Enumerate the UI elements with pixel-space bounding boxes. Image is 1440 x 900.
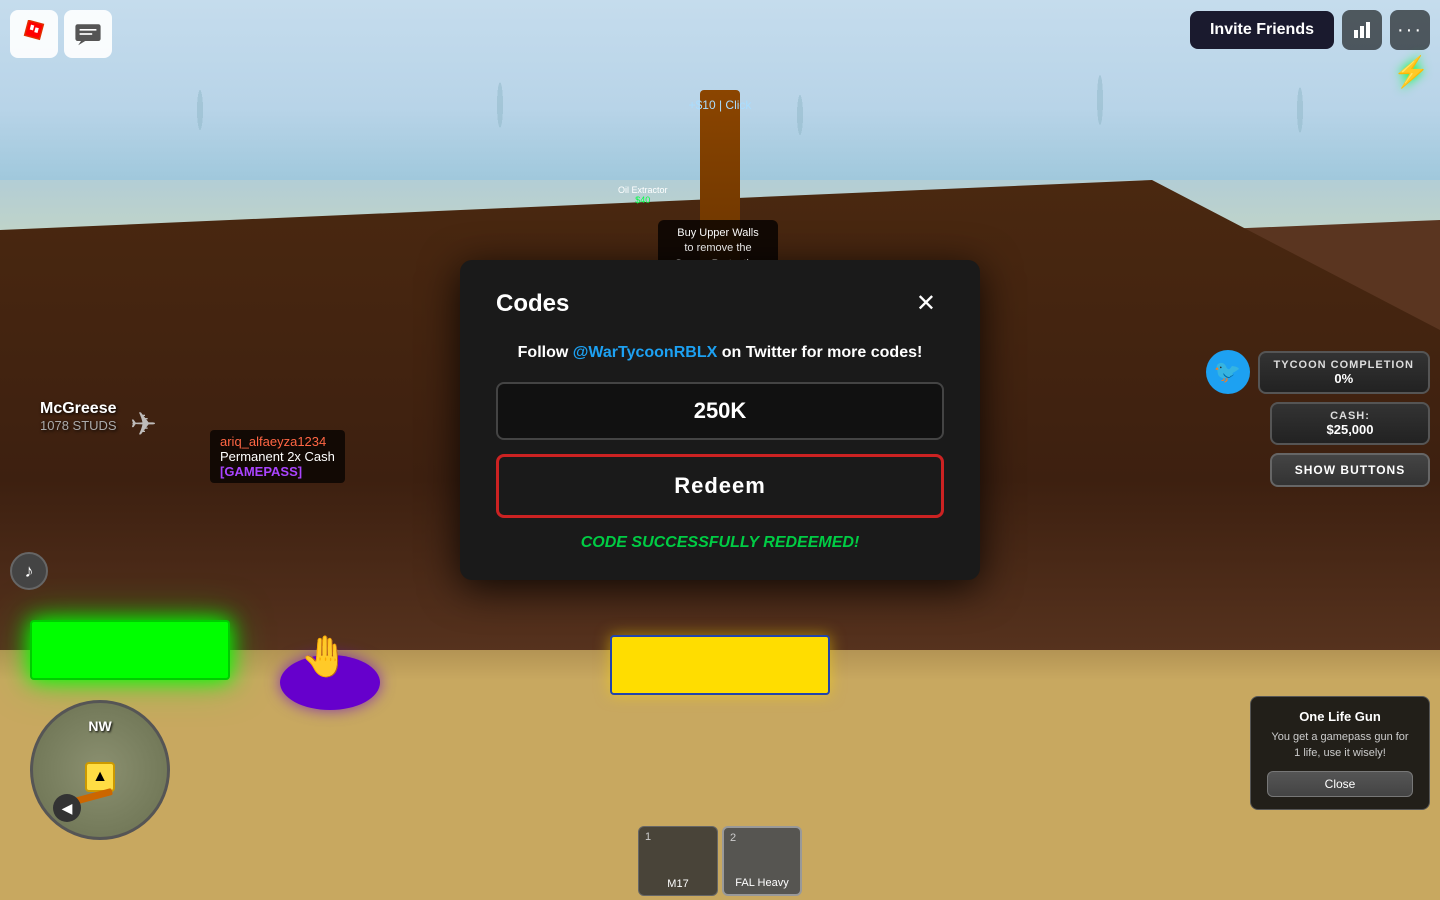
cash-button[interactable]: CASH: $25,000: [1270, 402, 1430, 445]
roblox-chat-button[interactable]: [64, 10, 112, 58]
oil-extractor-label: Oil Extractor $40: [618, 185, 668, 205]
hotbar: 1 M17 2 FAL Heavy: [634, 822, 806, 900]
top-right-area: Invite Friends ···: [1190, 10, 1430, 50]
invite-friends-button[interactable]: Invite Friends: [1190, 11, 1334, 49]
dialog-close-button[interactable]: ✕: [908, 288, 944, 320]
more-options-button[interactable]: ···: [1390, 10, 1430, 50]
follow-prefix: Follow: [518, 344, 573, 361]
minimap: NW ▲ ◀: [30, 700, 170, 840]
redeem-button[interactable]: Redeem: [496, 454, 944, 518]
twitter-row: 🐦 TYCOON COMPLETION 0%: [1206, 350, 1430, 394]
slot-2-label: FAL Heavy: [735, 877, 788, 890]
hotbar-slot-2[interactable]: 2 FAL Heavy: [722, 826, 802, 896]
cash-label: CASH:: [1286, 410, 1414, 422]
roblox-home-button[interactable]: [10, 10, 58, 58]
player-info: McGreese 1078 STUDS: [40, 400, 117, 433]
cash-value: $25,000: [1286, 422, 1414, 437]
slot-1-label: M17: [667, 878, 688, 891]
tycoon-completion-value: 0%: [1274, 371, 1414, 386]
green-platform: [30, 620, 230, 680]
one-life-gun-popup: One Life Gun You get a gamepass gun for …: [1250, 696, 1430, 810]
airplane-icon: ✈: [130, 405, 157, 443]
yellow-platform: [610, 635, 830, 695]
lightning-icon: ⚡: [1393, 55, 1430, 90]
minimap-direction: NW: [88, 718, 111, 734]
success-message: CODE SUCCESSFULLY REDEEMED!: [496, 534, 944, 552]
right-panel: 🐦 TYCOON COMPLETION 0% CASH: $25,000 SHO…: [1206, 350, 1430, 487]
gamepass-badge: [GAMEPASS]: [220, 464, 335, 479]
one-life-gun-title: One Life Gun: [1267, 709, 1413, 724]
follow-suffix: on Twitter for more codes!: [717, 344, 922, 361]
tycoon-completion-label: TYCOON COMPLETION: [1274, 359, 1414, 371]
click-text: +$10 | Click: [689, 98, 752, 112]
dialog-header: Codes ✕: [496, 288, 944, 320]
follow-text: Follow @WarTycoonRBLX on Twitter for mor…: [496, 344, 944, 362]
green-character: 🤚: [300, 633, 350, 680]
player-name: McGreese: [40, 400, 117, 418]
twitter-handle: @WarTycoonRBLX: [573, 344, 718, 361]
username-popup: ariq_alfaeyza1234 Permanent 2x Cash [GAM…: [210, 430, 345, 483]
music-icon[interactable]: ♪: [10, 552, 48, 590]
leaderboard-button[interactable]: [1342, 10, 1382, 50]
oil-price: $40: [618, 195, 668, 205]
one-life-gun-description: You get a gamepass gun for 1 life, use i…: [1267, 730, 1413, 761]
username-text: ariq_alfaeyza1234: [220, 434, 335, 449]
dialog-title: Codes: [496, 290, 569, 318]
codes-dialog: Codes ✕ Follow @WarTycoonRBLX on Twitter…: [460, 260, 980, 580]
show-buttons-button[interactable]: SHOW BUTTONS: [1270, 453, 1430, 487]
player-studs: 1078 STUDS: [40, 418, 117, 433]
twitter-icon[interactable]: 🐦: [1206, 350, 1250, 394]
top-left-buttons: [10, 10, 112, 58]
slot-2-number: 2: [730, 832, 736, 844]
code-input[interactable]: [496, 382, 944, 440]
hotbar-slot-1[interactable]: 1 M17: [638, 826, 718, 896]
minimap-back-button[interactable]: ◀: [53, 794, 81, 822]
one-life-gun-close-button[interactable]: Close: [1267, 771, 1413, 797]
item-name-text: Permanent 2x Cash: [220, 449, 335, 464]
tycoon-completion-button[interactable]: TYCOON COMPLETION 0%: [1258, 351, 1430, 394]
slot-1-number: 1: [645, 831, 651, 843]
